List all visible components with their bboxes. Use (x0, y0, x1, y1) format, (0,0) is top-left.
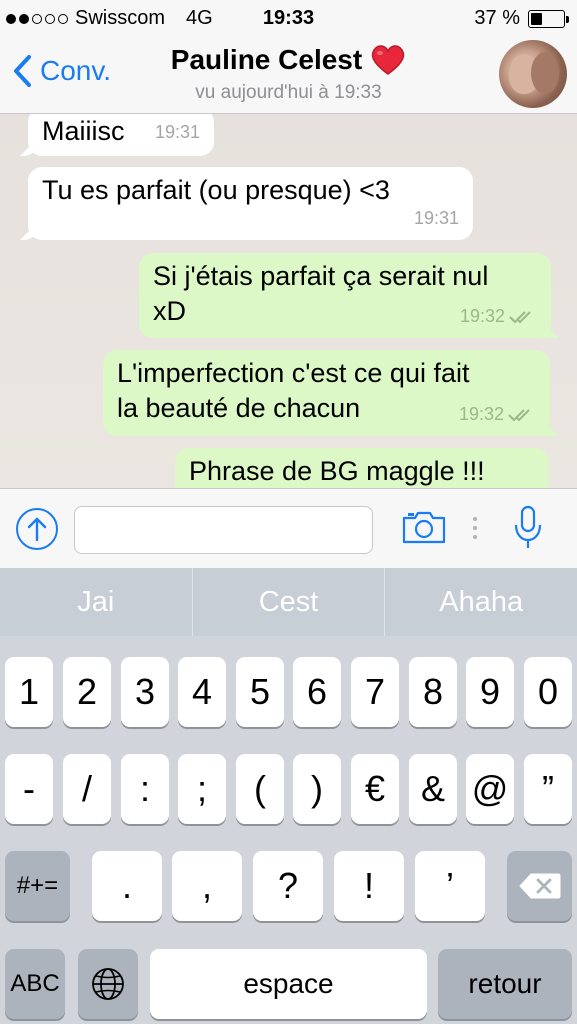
globe-icon (92, 968, 124, 1000)
key-0[interactable]: 0 (524, 657, 572, 727)
share-button[interactable] (16, 508, 58, 550)
camera-icon (402, 511, 446, 544)
battery-icon (528, 9, 569, 28)
last-seen: vu aujourd'hui à 19:33 (195, 82, 382, 103)
message-bubble-outgoing[interactable]: Phrase de BG maggle !!! (175, 448, 549, 488)
message-bubble-incoming[interactable]: Maiiisc 19:31 (20, 114, 214, 156)
key-4[interactable]: 4 (178, 657, 226, 727)
key-3[interactable]: 3 (121, 657, 169, 727)
message-time: 19:31 (154, 122, 200, 142)
upload-icon (27, 517, 47, 542)
predictive-suggestions: Jai Cest Ahaha (0, 568, 577, 636)
battery-percentage: 37 % (474, 7, 520, 29)
key-quote[interactable]: ” (524, 754, 572, 824)
key-2[interactable]: 2 (63, 657, 111, 727)
nav-bar: Conv. Pauline Celest vu aujourd'hui à 19… (0, 36, 577, 114)
backspace-key[interactable] (507, 851, 572, 921)
heart-icon (371, 45, 405, 75)
key-semicolon[interactable]: ; (178, 754, 226, 824)
key-ampersand[interactable]: & (409, 754, 457, 824)
message-text: Phrase de BG maggle !!! (189, 456, 485, 486)
key-question[interactable]: ? (253, 851, 323, 921)
key-at[interactable]: @ (466, 754, 514, 824)
message-bubble-outgoing[interactable]: Si j'étais parfait ça serait nul xD 19:3… (139, 253, 559, 338)
suggestion-item[interactable]: Cest (193, 568, 386, 636)
key-6[interactable]: 6 (293, 657, 341, 727)
key-1[interactable]: 1 (5, 657, 53, 727)
backspace-icon (518, 873, 560, 899)
key-exclamation[interactable]: ! (334, 851, 404, 921)
key-colon[interactable]: : (121, 754, 169, 824)
message-input[interactable] (74, 506, 373, 554)
message-time: 19:32 (458, 404, 504, 424)
message-bubble-outgoing[interactable]: L'imperfection c'est ce qui fait la beau… (103, 350, 558, 436)
message-input-bar (0, 488, 577, 568)
message-meta: 19:32 (460, 299, 537, 334)
battery-fill (531, 12, 543, 25)
return-key[interactable]: retour (438, 949, 572, 1019)
separator-dots (473, 517, 477, 539)
keyboard: Jai Cest Ahaha 1 2 3 4 5 6 7 8 9 0 - / :… (0, 568, 577, 1024)
suggestion-item[interactable]: Ahaha (385, 568, 577, 636)
abc-key[interactable]: ABC (5, 949, 65, 1019)
message-text-line: L'imperfection c'est ce qui fait (117, 358, 470, 388)
key-hyphen[interactable]: - (5, 754, 53, 824)
microphone-button[interactable] (513, 505, 543, 556)
message-text: Tu es parfait (ou presque) <3 (42, 175, 390, 205)
key-period[interactable]: . (92, 851, 162, 921)
key-7[interactable]: 7 (351, 657, 399, 727)
camera-button[interactable] (401, 509, 447, 550)
chat-area[interactable]: Maiiisc 19:31 Tu es parfait (ou presque)… (0, 114, 577, 488)
contact-name: Pauline Celest (170, 44, 363, 75)
status-bar: Swisscom 4G 19:33 37 % (0, 0, 577, 36)
status-right: 37 % (474, 7, 569, 30)
message-time: 19:31 (413, 208, 459, 228)
key-5[interactable]: 5 (236, 657, 284, 727)
space-key[interactable]: espace (150, 949, 427, 1019)
microphone-icon (514, 505, 542, 548)
key-8[interactable]: 8 (409, 657, 457, 727)
key-more-symbols[interactable]: #+= (5, 851, 70, 921)
key-close-paren[interactable]: ) (293, 754, 341, 824)
suggestion-item[interactable]: Jai (0, 568, 193, 636)
contact-avatar[interactable] (499, 40, 567, 108)
double-check-icon (508, 408, 530, 421)
message-bubble-incoming[interactable]: Tu es parfait (ou presque) <3 19:31 (20, 167, 473, 240)
key-apostrophe[interactable]: ’ (415, 851, 485, 921)
key-comma[interactable]: , (172, 851, 242, 921)
key-9[interactable]: 9 (466, 657, 514, 727)
double-check-icon (509, 310, 531, 323)
message-time: 19:32 (459, 306, 505, 326)
key-euro[interactable]: € (351, 754, 399, 824)
key-open-paren[interactable]: ( (236, 754, 284, 824)
message-meta: 19:32 (459, 397, 536, 432)
contact-name-row: Pauline Celest (171, 44, 406, 76)
globe-key[interactable] (78, 949, 138, 1019)
message-text: Maiiisc (42, 116, 125, 146)
key-slash[interactable]: / (63, 754, 111, 824)
message-text-line: Si j'étais parfait ça serait nul (153, 261, 489, 291)
contact-header[interactable]: Pauline Celest vu aujourd'hui à 19:33 (0, 44, 577, 104)
